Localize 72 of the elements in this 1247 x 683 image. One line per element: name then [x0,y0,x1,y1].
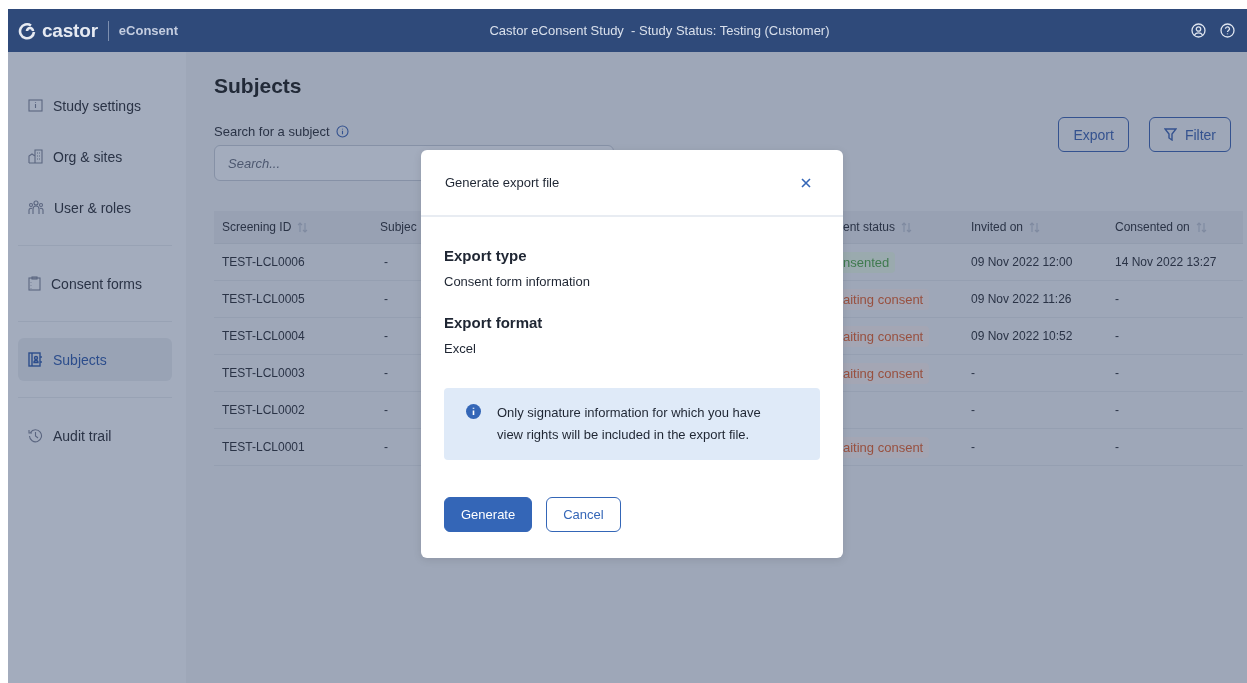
table-cell: TEST-LCL0001 [214,429,376,466]
table-cell: TEST-LCL0006 [214,244,376,281]
section-heading: Export format [444,314,544,331]
info-icon[interactable] [335,125,349,138]
status-badge: aiting consent [843,436,930,458]
folder-icon [28,99,43,112]
page-title: Subjects [214,74,303,98]
filter-icon [1163,128,1177,141]
table-cell: - [963,355,1107,392]
generate-button[interactable]: Generate [444,497,533,532]
clipboard-icon [28,276,41,291]
status-badge: aiting consent [843,288,930,310]
building-icon [28,149,43,164]
column-header[interactable]: Consented on [1107,211,1243,244]
close-icon [801,177,811,188]
help-icon[interactable] [1220,23,1235,38]
table-cell: 14 Nov 2022 13:27 [1107,244,1243,281]
section-heading: Export type [444,247,528,264]
table-cell: 09 Nov 2022 12:00 [963,244,1107,281]
table-cell: TEST-LCL0004 [214,318,376,355]
table-cell: - [963,392,1107,429]
sidebar-item[interactable]: Consent forms [18,262,172,305]
sidebar-item[interactable]: User & roles [18,186,172,229]
table-cell: 09 Nov 2022 10:52 [963,318,1107,355]
sidebar-item[interactable]: Audit trail [18,414,172,457]
filter-button[interactable]: Filter [1148,117,1231,152]
table-cell: - [963,429,1107,466]
section-value: Excel [444,341,477,356]
section-value: Consent form information [444,274,591,289]
table-cell: - [1107,281,1243,318]
logo-text: castor [42,19,98,42]
sidebar-item[interactable]: Org & sites [18,135,172,178]
study-title: Castor eConsent Study - Study Status: Testing (Customer) [488,23,831,38]
sidebar-item[interactable]: Subjects [18,338,172,381]
logo-icon [18,21,36,40]
status-badge: aiting consent [843,362,930,384]
table-cell: TEST-LCL0002 [214,392,376,429]
users-icon [28,200,44,215]
sidebar-label: Subjects [53,351,107,368]
product-name: eConsent [118,23,179,38]
column-label: Consented on [1115,220,1190,234]
column-header[interactable]: Invited on [963,211,1107,244]
table-cell: - [1107,392,1243,429]
column-label: Subjec [380,220,417,234]
column-label: Invited on [971,220,1024,234]
sidebar-label: Audit trail [53,427,112,444]
sidebar-label: Study settings [53,97,141,114]
search-label: Search for a subject [214,124,330,139]
status-badge: nsented [843,251,896,273]
column-label: ent status [843,220,896,234]
notice-text: Only signature information for which you have view rights will be included in the export file. [497,404,762,444]
table-cell: TEST-LCL0005 [214,281,376,318]
column-header[interactable]: Screening ID [214,211,376,244]
sidebar-item[interactable]: Study settings [18,84,172,127]
table-cell: 09 Nov 2022 11:26 [963,281,1107,318]
contact-book-icon [28,352,43,367]
user-icon[interactable] [1191,23,1206,38]
sidebar-label: Consent forms [51,275,143,292]
close-button[interactable] [799,175,813,190]
sidebar-label: User & roles [54,199,132,216]
table-cell: - [1107,355,1243,392]
table-cell: TEST-LCL0003 [214,355,376,392]
column-header[interactable]: Subjec [376,211,421,244]
sidebar-label: Org & sites [53,148,123,165]
export-button[interactable]: Export [1058,117,1129,152]
status-badge: aiting consent [843,325,930,347]
column-label: Screening ID [222,220,292,234]
history-icon [28,428,43,443]
cancel-button[interactable]: Cancel [546,497,621,532]
table-cell: - [1107,429,1243,466]
table-cell: - [1107,318,1243,355]
info-icon [466,404,481,419]
